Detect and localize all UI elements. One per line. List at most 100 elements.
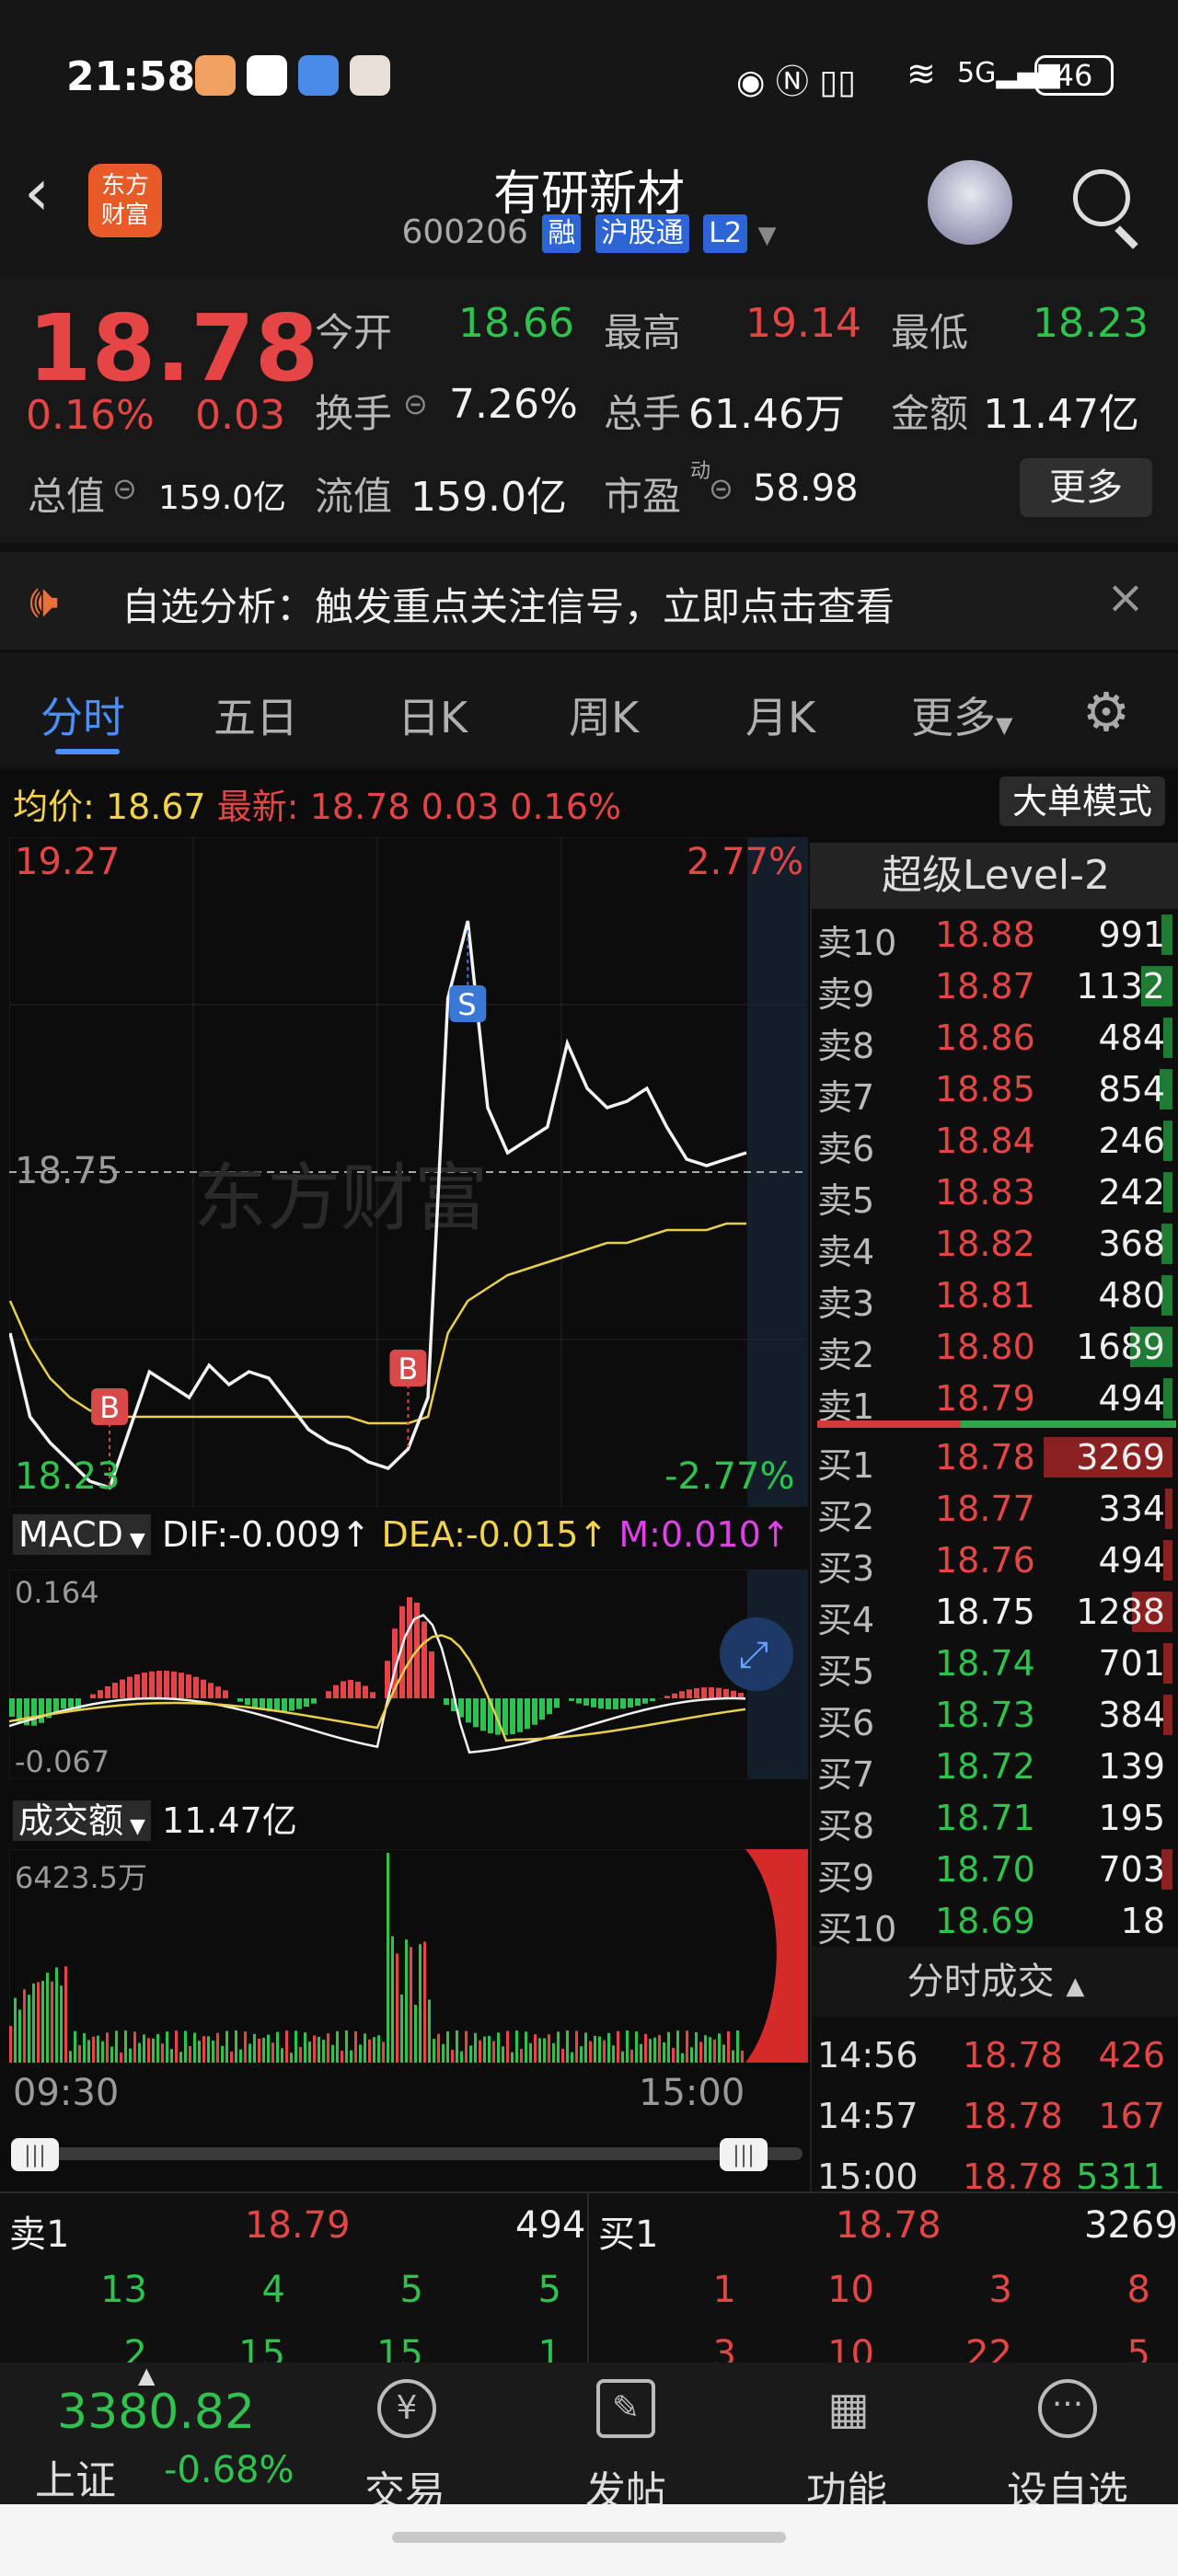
macd-bar	[480, 1698, 486, 1731]
open-label: 今开	[315, 310, 393, 355]
volume-bar	[64, 1966, 67, 2063]
level-label: 买8	[817, 1806, 875, 1846]
macd-bar	[429, 1651, 434, 1698]
bid-row[interactable]: 买4 18.75 1288	[812, 1586, 1178, 1640]
bid-row[interactable]: 买1 18.78 3269	[812, 1432, 1178, 1486]
buy-queue-item: 3	[988, 2269, 1012, 2311]
tab-more[interactable]: 更多▼	[911, 684, 1012, 745]
depth-buy-label: 买1	[598, 2214, 659, 2256]
level-price: 18.77	[935, 1489, 1035, 1529]
bid-row[interactable]: 买7 18.72 139	[812, 1741, 1178, 1795]
ask-row[interactable]: 卖4 18.82 368	[812, 1218, 1178, 1272]
volume-bar	[331, 2044, 334, 2063]
scroll-handle-right[interactable]: |||	[720, 2138, 768, 2171]
ask-row[interactable]: 卖6 18.84 246	[812, 1115, 1178, 1169]
macd-bar	[672, 1693, 677, 1698]
macd-bar	[554, 1698, 560, 1708]
battery-icon: 46	[1034, 55, 1114, 96]
trades-header[interactable]: 分时成交 ▲	[812, 1947, 1178, 2017]
home-indicator[interactable]	[392, 2532, 786, 2543]
macd-bar	[606, 1698, 611, 1709]
watermark: 东方财富	[193, 1156, 488, 1241]
notice-bar[interactable]: 🕪 自选分析：触发重点关注信号，立即点击查看 ×	[0, 552, 1178, 650]
bid-row[interactable]: 买10 18.69 18	[812, 1895, 1178, 1949]
bid-row[interactable]: 买8 18.71 195	[812, 1792, 1178, 1846]
level2-title[interactable]: 超级Level-2	[812, 843, 1178, 909]
tab-intraday[interactable]: 分时	[40, 684, 125, 745]
ask-row[interactable]: 卖3 18.81 480	[812, 1270, 1178, 1324]
volume-bar	[718, 2033, 721, 2063]
macd-bar	[444, 1698, 449, 1706]
nav-functions[interactable]: ▦ 功能	[764, 2363, 930, 2515]
nav-trade[interactable]: ¥ 交易	[322, 2363, 488, 2515]
gear-icon[interactable]: ⚙	[1082, 681, 1130, 743]
robot-assistant-icon[interactable]	[928, 160, 1012, 245]
volume-bar	[175, 2030, 178, 2063]
level-volume: 384	[1098, 1695, 1165, 1735]
info-icon[interactable]: ⊝	[709, 471, 733, 506]
bid-row[interactable]: 买9 18.70 703	[812, 1844, 1178, 1898]
volume-strength-bar	[1165, 1489, 1172, 1529]
volume-bar	[120, 2052, 122, 2063]
price-chart[interactable]: 东方财富 B B S	[9, 837, 808, 1507]
bid-row[interactable]: 买3 18.76 494	[812, 1535, 1178, 1589]
volume-selector[interactable]: 成交额 ▼	[13, 1800, 151, 1841]
ask-row[interactable]: 卖8 18.86 484	[812, 1012, 1178, 1066]
high-value: 19.14	[745, 300, 861, 347]
bid-row[interactable]: 买2 18.77 334	[812, 1483, 1178, 1537]
volume-bar	[170, 2049, 173, 2063]
level-price: 18.80	[935, 1327, 1035, 1367]
info-icon[interactable]: ⊝	[403, 386, 428, 421]
volume-bar	[621, 2051, 624, 2063]
volume-bar	[161, 2043, 164, 2063]
time-scrollbar[interactable]	[15, 2147, 803, 2160]
macd-bar	[215, 1686, 221, 1698]
volume-bar	[32, 1984, 35, 2063]
macd-chart[interactable]: ⤢	[9, 1570, 808, 1779]
chevron-down-icon: ▼	[757, 222, 777, 249]
volume-bar	[322, 2040, 325, 2063]
more-button[interactable]: 更多	[1020, 458, 1152, 517]
tab-daily-k[interactable]: 日K	[398, 684, 468, 745]
volume-bar	[419, 1944, 422, 2063]
ask-row[interactable]: 卖2 18.80 1689	[812, 1321, 1178, 1375]
volume-bar	[55, 1967, 58, 2063]
quote-panel: 18.78 0.16% 0.03 总值 ⊝ 159.0亿 今开 18.66 最高…	[0, 276, 1178, 543]
volume-bar	[465, 2030, 468, 2063]
tab-five-day[interactable]: 五日	[214, 684, 298, 745]
nav-post[interactable]: ✎ 发帖	[543, 2363, 709, 2515]
volume-bar	[561, 2048, 564, 2063]
macd-bar	[9, 1698, 15, 1717]
nav-add-watchlist[interactable]: ··· 设自选	[985, 2363, 1150, 2515]
close-icon[interactable]: ×	[1106, 570, 1145, 624]
ask-row[interactable]: 卖5 18.83 242	[812, 1167, 1178, 1221]
ask-row[interactable]: 卖1 18.79 494	[812, 1373, 1178, 1427]
bid-row[interactable]: 买5 18.74 701	[812, 1638, 1178, 1692]
ask-row[interactable]: 卖10 18.88 991	[812, 909, 1178, 963]
m-value: M:0.010↑	[618, 1514, 791, 1555]
level-volume: 334	[1098, 1489, 1165, 1529]
bid-row[interactable]: 买6 18.73 384	[812, 1689, 1178, 1743]
scroll-handle-left[interactable]: |||	[11, 2138, 59, 2171]
tab-monthly-k[interactable]: 月K	[745, 684, 815, 745]
volume-bar	[520, 2048, 523, 2063]
macd-bar	[245, 1698, 250, 1706]
level-price: 18.84	[935, 1121, 1035, 1161]
volume-bar	[345, 2030, 348, 2063]
macd-bar	[186, 1674, 191, 1698]
volume-bar	[640, 2043, 642, 2063]
depth-buy-vol: 3269	[1084, 2204, 1178, 2247]
volume-bar	[290, 2053, 293, 2063]
big-order-mode-button[interactable]: 大单模式	[999, 776, 1165, 826]
search-icon[interactable]	[1073, 169, 1130, 226]
index-name[interactable]: 上证	[35, 2447, 116, 2506]
index-value[interactable]: 3380.82	[57, 2385, 255, 2440]
tab-weekly-k[interactable]: 周K	[569, 684, 639, 745]
level-price: 18.85	[935, 1069, 1035, 1110]
volume-bar	[722, 2044, 725, 2063]
ask-row[interactable]: 卖7 18.85 854	[812, 1064, 1178, 1118]
info-icon[interactable]: ⊝	[112, 471, 137, 506]
volume-bar	[156, 2034, 159, 2063]
macd-selector[interactable]: MACD ▼	[13, 1514, 151, 1555]
ask-row[interactable]: 卖9 18.87 1132	[812, 960, 1178, 1015]
